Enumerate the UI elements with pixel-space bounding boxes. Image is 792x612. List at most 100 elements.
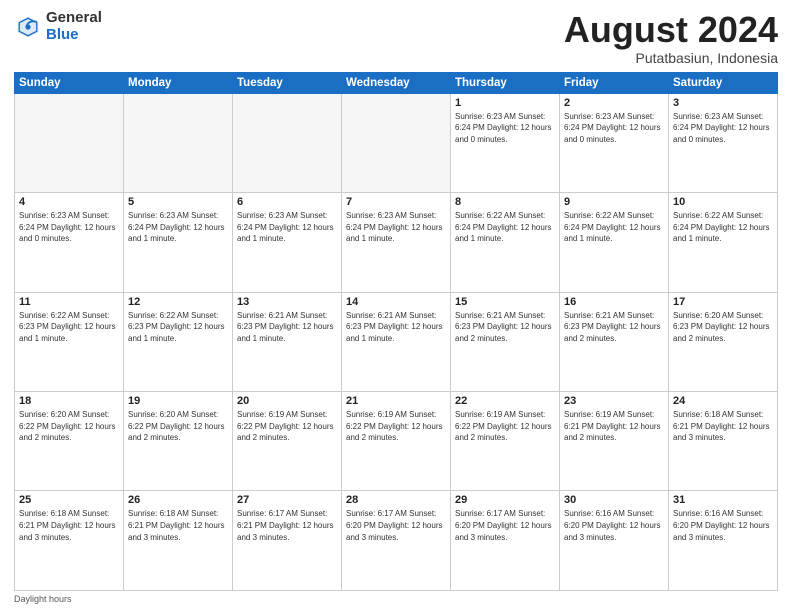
calendar-cell-4-3: 28 Sunrise: 6:17 AM Sunset: 6:20 PM Dayli… — [342, 491, 451, 591]
day-info: Sunrise: 6:19 AM Sunset: 6:22 PM Dayligh… — [346, 409, 446, 444]
day-info: Sunrise: 6:18 AM Sunset: 6:21 PM Dayligh… — [673, 409, 773, 444]
day-info: Sunrise: 6:23 AM Sunset: 6:24 PM Dayligh… — [237, 210, 337, 245]
day-info: Sunrise: 6:21 AM Sunset: 6:23 PM Dayligh… — [564, 310, 664, 345]
day-info: Sunrise: 6:20 AM Sunset: 6:22 PM Dayligh… — [128, 409, 228, 444]
day-number: 21 — [346, 395, 446, 407]
calendar-cell-2-5: 16Sunrise: 6:21 AM Sunset: 6:23 PM Dayli… — [560, 292, 669, 391]
calendar-cell-2-4: 15 Sunrise: 6:21 AM Sunset: 6:23 PM Dayli… — [451, 292, 560, 391]
calendar-cell-1-5: 9Sunrise: 6:22 AM Sunset: 6:24 PM Daylig… — [560, 193, 669, 292]
calendar-week-2: 11 Sunrise: 6:22 AM Sunset: 6:23 PM Dayli… — [15, 292, 778, 391]
day-info: Sunrise: 6:22 AM Sunset: 6:23 PM Dayligh… — [128, 310, 228, 345]
day-info: Sunrise: 6:17 AM Sunset: 6:20 PM Dayligh… — [346, 508, 446, 543]
day-number: 23 — [564, 395, 664, 407]
footer-note: Daylight hours — [14, 594, 778, 604]
calendar-cell-2-0: 11 Sunrise: 6:22 AM Sunset: 6:23 PM Dayli… — [15, 292, 124, 391]
calendar-header-row: Sunday Monday Tuesday Wednesday Thursday… — [15, 72, 778, 93]
day-number: 26 — [128, 494, 228, 506]
title-block: August 2024 Putatbasiun, Indonesia — [564, 10, 778, 66]
day-info: Sunrise: 6:23 AM Sunset: 6:24 PM Dayligh… — [19, 210, 119, 245]
calendar-cell-3-4: 22Sunrise: 6:19 AM Sunset: 6:22 PM Dayli… — [451, 392, 560, 491]
calendar-cell-4-6: 31 Sunrise: 6:16 AM Sunset: 6:20 PM Dayli… — [669, 491, 778, 591]
calendar-cell-2-6: 17Sunrise: 6:20 AM Sunset: 6:23 PM Dayli… — [669, 292, 778, 391]
col-friday: Friday — [560, 72, 669, 93]
day-number: 15 — [455, 296, 555, 308]
calendar-cell-4-5: 30 Sunrise: 6:16 AM Sunset: 6:20 PM Dayli… — [560, 491, 669, 591]
calendar-week-0: 1 Sunrise: 6:23 AM Sunset: 6:24 PM Daylig… — [15, 93, 778, 192]
day-number: 1 — [455, 97, 555, 109]
day-number: 31 — [673, 494, 773, 506]
day-info: Sunrise: 6:18 AM Sunset: 6:21 PM Dayligh… — [128, 508, 228, 543]
col-monday: Monday — [124, 72, 233, 93]
calendar-cell-1-1: 5 Sunrise: 6:23 AM Sunset: 6:24 PM Daylig… — [124, 193, 233, 292]
calendar-cell-1-0: 4 Sunrise: 6:23 AM Sunset: 6:24 PM Daylig… — [15, 193, 124, 292]
calendar-cell-1-6: 10 Sunrise: 6:22 AM Sunset: 6:24 PM Dayli… — [669, 193, 778, 292]
col-wednesday: Wednesday — [342, 72, 451, 93]
calendar-cell-0-6: 3Sunrise: 6:23 AM Sunset: 6:24 PM Daylig… — [669, 93, 778, 192]
calendar-cell-3-1: 19 Sunrise: 6:20 AM Sunset: 6:22 PM Dayli… — [124, 392, 233, 491]
calendar-cell-0-5: 2Sunrise: 6:23 AM Sunset: 6:24 PM Daylig… — [560, 93, 669, 192]
col-sunday: Sunday — [15, 72, 124, 93]
day-info: Sunrise: 6:21 AM Sunset: 6:23 PM Dayligh… — [237, 310, 337, 345]
calendar-cell-2-3: 14Sunrise: 6:21 AM Sunset: 6:23 PM Dayli… — [342, 292, 451, 391]
day-number: 10 — [673, 196, 773, 208]
day-info: Sunrise: 6:20 AM Sunset: 6:23 PM Dayligh… — [673, 310, 773, 345]
day-info: Sunrise: 6:22 AM Sunset: 6:23 PM Dayligh… — [19, 310, 119, 345]
day-info: Sunrise: 6:23 AM Sunset: 6:24 PM Dayligh… — [673, 111, 773, 146]
day-number: 2 — [564, 97, 664, 109]
calendar-cell-1-2: 6 Sunrise: 6:23 AM Sunset: 6:24 PM Daylig… — [233, 193, 342, 292]
day-number: 5 — [128, 196, 228, 208]
calendar-cell-2-1: 12 Sunrise: 6:22 AM Sunset: 6:23 PM Dayli… — [124, 292, 233, 391]
day-number: 25 — [19, 494, 119, 506]
day-number: 13 — [237, 296, 337, 308]
calendar-cell-1-4: 8 Sunrise: 6:22 AM Sunset: 6:24 PM Daylig… — [451, 193, 560, 292]
day-info: Sunrise: 6:23 AM Sunset: 6:24 PM Dayligh… — [455, 111, 555, 146]
day-number: 30 — [564, 494, 664, 506]
day-number: 24 — [673, 395, 773, 407]
title-location: Putatbasiun, Indonesia — [564, 50, 778, 66]
day-info: Sunrise: 6:17 AM Sunset: 6:20 PM Dayligh… — [455, 508, 555, 543]
day-number: 28 — [346, 494, 446, 506]
day-info: Sunrise: 6:16 AM Sunset: 6:20 PM Dayligh… — [673, 508, 773, 543]
day-number: 11 — [19, 296, 119, 308]
calendar-table: Sunday Monday Tuesday Wednesday Thursday… — [14, 72, 778, 591]
day-number: 4 — [19, 196, 119, 208]
calendar-week-1: 4 Sunrise: 6:23 AM Sunset: 6:24 PM Daylig… — [15, 193, 778, 292]
logo-text: General Blue — [46, 10, 102, 43]
day-number: 19 — [128, 395, 228, 407]
logo: General Blue — [14, 10, 102, 43]
header: General Blue August 2024 Putatbasiun, In… — [14, 10, 778, 66]
calendar-cell-4-2: 27Sunrise: 6:17 AM Sunset: 6:21 PM Dayli… — [233, 491, 342, 591]
day-number: 8 — [455, 196, 555, 208]
day-number: 12 — [128, 296, 228, 308]
calendar-cell-0-0 — [15, 93, 124, 192]
day-info: Sunrise: 6:18 AM Sunset: 6:21 PM Dayligh… — [19, 508, 119, 543]
day-info: Sunrise: 6:22 AM Sunset: 6:24 PM Dayligh… — [673, 210, 773, 245]
calendar-cell-2-2: 13 Sunrise: 6:21 AM Sunset: 6:23 PM Dayli… — [233, 292, 342, 391]
day-number: 6 — [237, 196, 337, 208]
day-info: Sunrise: 6:21 AM Sunset: 6:23 PM Dayligh… — [346, 310, 446, 345]
day-info: Sunrise: 6:22 AM Sunset: 6:24 PM Dayligh… — [564, 210, 664, 245]
title-month: August 2024 — [564, 10, 778, 50]
calendar-cell-3-3: 21 Sunrise: 6:19 AM Sunset: 6:22 PM Dayli… — [342, 392, 451, 491]
day-info: Sunrise: 6:16 AM Sunset: 6:20 PM Dayligh… — [564, 508, 664, 543]
calendar-cell-4-1: 26 Sunrise: 6:18 AM Sunset: 6:21 PM Dayli… — [124, 491, 233, 591]
day-info: Sunrise: 6:19 AM Sunset: 6:22 PM Dayligh… — [455, 409, 555, 444]
calendar-cell-4-4: 29 Sunrise: 6:17 AM Sunset: 6:20 PM Dayli… — [451, 491, 560, 591]
day-number: 29 — [455, 494, 555, 506]
day-info: Sunrise: 6:23 AM Sunset: 6:24 PM Dayligh… — [128, 210, 228, 245]
day-number: 18 — [19, 395, 119, 407]
calendar-cell-0-1 — [124, 93, 233, 192]
calendar-week-4: 25 Sunrise: 6:18 AM Sunset: 6:21 PM Dayli… — [15, 491, 778, 591]
calendar-cell-3-2: 20Sunrise: 6:19 AM Sunset: 6:22 PM Dayli… — [233, 392, 342, 491]
day-number: 27 — [237, 494, 337, 506]
day-info: Sunrise: 6:22 AM Sunset: 6:24 PM Dayligh… — [455, 210, 555, 245]
day-number: 7 — [346, 196, 446, 208]
day-info: Sunrise: 6:19 AM Sunset: 6:21 PM Dayligh… — [564, 409, 664, 444]
page: General Blue August 2024 Putatbasiun, In… — [0, 0, 792, 612]
logo-icon — [14, 13, 42, 41]
calendar-cell-0-2 — [233, 93, 342, 192]
calendar-cell-4-0: 25 Sunrise: 6:18 AM Sunset: 6:21 PM Dayli… — [15, 491, 124, 591]
day-info: Sunrise: 6:21 AM Sunset: 6:23 PM Dayligh… — [455, 310, 555, 345]
col-tuesday: Tuesday — [233, 72, 342, 93]
day-number: 20 — [237, 395, 337, 407]
